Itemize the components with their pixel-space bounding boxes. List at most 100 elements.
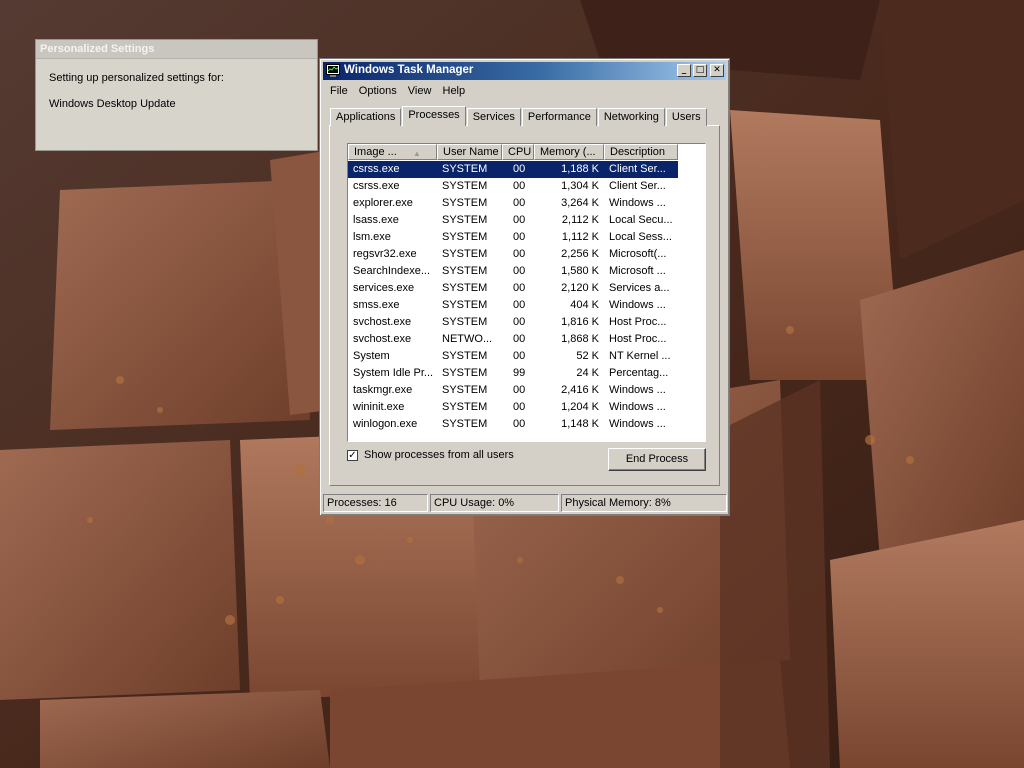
process-image-name: System (353, 350, 390, 362)
process-description: NT Kernel ... (609, 350, 671, 362)
column-user-name[interactable]: User Name (437, 144, 502, 160)
process-cpu: 00 (513, 282, 526, 294)
process-image-name: winlogon.exe (353, 418, 418, 430)
task-manager-window: Windows Task Manager _ □ ✕ File Options … (319, 58, 730, 516)
checkbox-checked-icon[interactable]: ✓ (347, 450, 358, 461)
process-description: Local Sess... (609, 231, 672, 243)
process-image-name: System Idle Pr... (353, 367, 434, 379)
process-user-name: SYSTEM (442, 214, 488, 226)
column-memory[interactable]: Memory (... (534, 144, 604, 160)
process-memory: 404 K (570, 299, 599, 311)
column-image-name[interactable]: Image ... ▲ (348, 144, 437, 160)
status-cpu-usage: CPU Usage: 0% (430, 494, 559, 512)
process-user-name: SYSTEM (442, 401, 488, 413)
process-description: Windows ... (609, 384, 666, 396)
process-cpu: 00 (513, 163, 526, 175)
process-user-name: SYSTEM (442, 418, 488, 430)
menu-file[interactable]: File (326, 83, 352, 99)
menu-bar: File Options View Help (326, 83, 469, 99)
tab-strip: Applications Processes Services Performance… (330, 106, 708, 126)
process-cpu: 00 (513, 316, 526, 328)
process-description: Windows ... (609, 299, 666, 311)
personalized-settings-title: Personalized Settings (36, 40, 317, 59)
process-row[interactable]: smss.exe SYSTEM 00 404 K Windows ... (348, 297, 678, 314)
process-image-name: wininit.exe (353, 401, 405, 413)
process-memory: 1,188 K (561, 163, 599, 175)
process-description: Local Secu... (609, 214, 673, 226)
process-image-name: lsass.exe (353, 214, 399, 226)
process-cpu: 00 (513, 231, 526, 243)
end-process-button[interactable]: End Process (608, 448, 706, 471)
task-manager-titlebar[interactable]: Windows Task Manager _ □ ✕ (323, 62, 726, 80)
menu-view[interactable]: View (404, 83, 436, 99)
column-description[interactable]: Description (604, 144, 678, 160)
process-description: Client Ser... (609, 163, 666, 175)
process-row[interactable]: services.exe SYSTEM 00 2,120 K Services a... (348, 280, 678, 297)
process-user-name: SYSTEM (442, 299, 488, 311)
personalized-settings-message: Setting up personalized settings for: (49, 72, 224, 84)
column-cpu[interactable]: CPU (502, 144, 534, 160)
process-user-name: SYSTEM (442, 197, 488, 209)
process-user-name: SYSTEM (442, 367, 488, 379)
process-memory: 2,112 K (561, 214, 599, 226)
process-user-name: SYSTEM (442, 231, 488, 243)
process-row[interactable]: SearchIndexe... SYSTEM 00 1,580 K Microsoft … (348, 263, 678, 280)
tab-performance[interactable]: Performance (521, 108, 597, 126)
process-row[interactable]: System SYSTEM 00 52 K NT Kernel ... (348, 348, 678, 365)
process-cpu: 00 (513, 180, 526, 192)
process-user-name: SYSTEM (442, 248, 488, 260)
process-memory: 2,256 K (561, 248, 599, 260)
personalized-settings-item: Windows Desktop Update (49, 98, 176, 110)
process-image-name: explorer.exe (353, 197, 413, 209)
process-row[interactable]: wininit.exe SYSTEM 00 1,204 K Windows ... (348, 399, 678, 416)
process-cpu: 00 (513, 418, 526, 430)
tab-applications[interactable]: Applications (330, 108, 402, 126)
process-cpu: 00 (513, 248, 526, 260)
process-image-name: lsm.exe (353, 231, 391, 243)
tab-users[interactable]: Users (665, 108, 707, 126)
process-description: Microsoft ... (609, 265, 666, 277)
minimize-button[interactable]: _ (677, 64, 691, 77)
process-memory: 1,304 K (561, 180, 599, 192)
process-row[interactable]: regsvr32.exe SYSTEM 00 2,256 K Microsoft(... (348, 246, 678, 263)
process-memory: 2,120 K (561, 282, 599, 294)
process-row[interactable]: System Idle Pr... SYSTEM 99 24 K Percentag..… (348, 365, 678, 382)
process-user-name: NETWO... (442, 333, 493, 345)
process-memory: 52 K (576, 350, 599, 362)
process-description: Percentag... (609, 367, 669, 379)
process-row[interactable]: svchost.exe NETWO... 00 1,868 K Host Proc... (348, 331, 678, 348)
process-description: Services a... (609, 282, 670, 294)
process-image-name: SearchIndexe... (353, 265, 431, 277)
process-row[interactable]: winlogon.exe SYSTEM 00 1,148 K Windows ... (348, 416, 678, 433)
process-row[interactable]: svchost.exe SYSTEM 00 1,816 K Host Proc... (348, 314, 678, 331)
process-image-name: csrss.exe (353, 180, 400, 192)
process-row[interactable]: csrss.exe SYSTEM 00 1,304 K Client Ser... (348, 178, 678, 195)
show-all-processes-label[interactable]: Show processes from all users (364, 449, 514, 461)
process-list[interactable]: Image ... ▲ User Name CPU Memory (... De… (347, 143, 706, 442)
menu-help[interactable]: Help (439, 83, 470, 99)
process-memory: 1,148 K (561, 418, 599, 430)
process-description: Host Proc... (609, 333, 667, 345)
window-title: Windows Task Manager (344, 64, 474, 76)
tab-networking[interactable]: Networking (597, 108, 665, 126)
tab-processes[interactable]: Processes (402, 106, 466, 126)
tab-services[interactable]: Services (466, 108, 521, 126)
process-row[interactable]: csrss.exe SYSTEM 00 1,188 K Client Ser... (348, 161, 678, 178)
process-user-name: SYSTEM (442, 282, 488, 294)
process-memory: 3,264 K (561, 197, 599, 209)
process-cpu: 99 (513, 367, 526, 379)
process-row[interactable]: lsm.exe SYSTEM 00 1,112 K Local Sess... (348, 229, 678, 246)
process-row[interactable]: lsass.exe SYSTEM 00 2,112 K Local Secu... (348, 212, 678, 229)
close-button[interactable]: ✕ (710, 64, 724, 77)
process-description: Microsoft(... (609, 248, 667, 260)
menu-options[interactable]: Options (355, 83, 401, 99)
process-cpu: 00 (513, 214, 526, 226)
process-description: Host Proc... (609, 316, 667, 328)
task-manager-icon (326, 64, 340, 77)
process-image-name: svchost.exe (353, 316, 412, 328)
process-row[interactable]: explorer.exe SYSTEM 00 3,264 K Windows ... (348, 195, 678, 212)
maximize-button[interactable]: □ (693, 64, 707, 77)
process-row[interactable]: taskmgr.exe SYSTEM 00 2,416 K Windows ... (348, 382, 678, 399)
process-user-name: SYSTEM (442, 316, 488, 328)
process-cpu: 00 (513, 401, 526, 413)
